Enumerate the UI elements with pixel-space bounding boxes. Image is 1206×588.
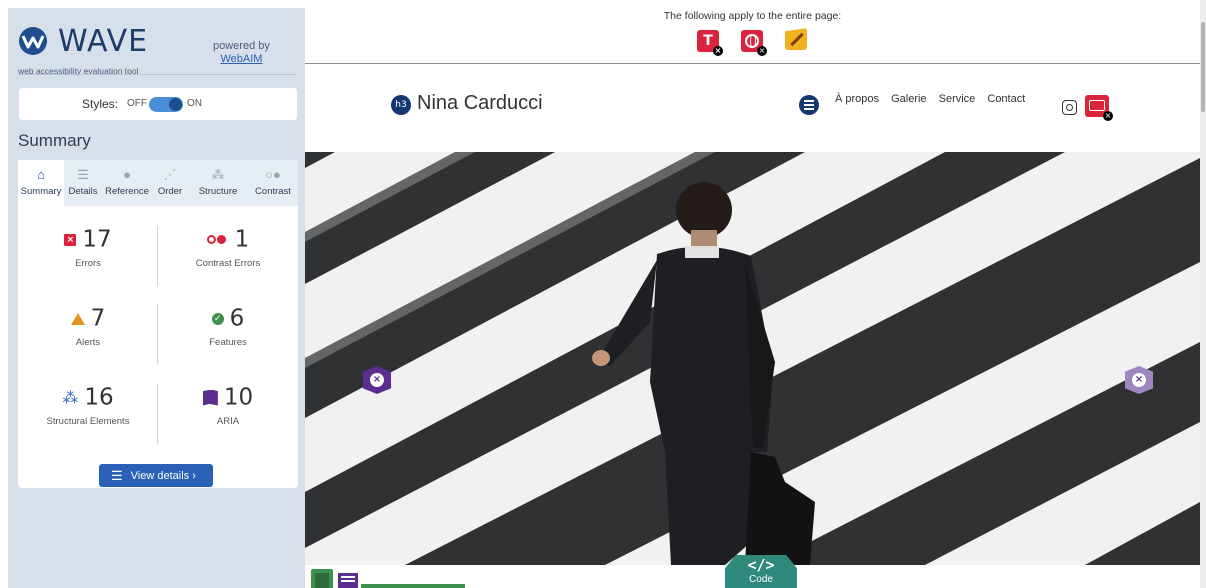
tab-label: Structure [198,186,238,197]
stat-structural[interactable]: ⁂ 16 Structural Elements [18,370,158,448]
alerts-count: 7 [90,305,106,332]
list-icon: ☰ [111,468,123,483]
page-level-icons: T × × [697,28,817,60]
brand-divider [18,74,296,75]
tab-label: Order [157,186,183,197]
language-missing-error-icon[interactable]: × [741,30,767,56]
order-icon: ⋰ [163,167,177,182]
list-structure-icon[interactable] [799,95,819,115]
code-label: Code [749,574,773,585]
tab-label: Details [68,186,98,197]
code-toggle-button[interactable]: </> Code [725,555,797,588]
styles-off-label: OFF [127,98,147,109]
view-details-button[interactable]: ☰ View details › [99,464,213,487]
app-window: WAVE web accessibility evaluation tool p… [0,0,1206,588]
errors-count: 17 [82,226,112,253]
toggle-knob [169,98,182,111]
structure-icon: ⁂ [62,388,79,407]
stat-errors[interactable]: × 17 Errors [18,212,158,290]
info-icon: ● [123,167,131,182]
site-nav: À propos Galerie Service Contact [835,93,1034,105]
linked-image-missing-alt-icon[interactable]: × [1085,95,1113,121]
nav-link-service[interactable]: Service [939,93,976,105]
tab-reference[interactable]: ● Reference [102,160,152,206]
contrast-errors-label: Contrast Errors [195,258,261,269]
wave-title: WAVE [58,24,149,59]
landmark-underline [361,584,465,588]
tab-summary[interactable]: ⌂ Summary [18,160,64,206]
nav-link-apropos[interactable]: À propos [835,93,879,105]
tab-details[interactable]: ☰ Details [64,160,102,206]
contrast-error-icon [206,234,229,245]
styles-label: Styles: [82,97,119,111]
error-icon: × [64,233,77,246]
list-icon: ☰ [77,167,89,182]
wave-brand: WAVE web accessibility evaluation tool p… [18,22,298,82]
features-label: Features [209,337,247,348]
features-count: 6 [229,305,245,332]
page-notice-text: The following apply to the entire page: [663,10,842,22]
hero-image: × × [305,152,1200,565]
aria-marker-icon[interactable]: × [1125,366,1153,394]
structural-count: 16 [84,384,114,411]
tab-structure[interactable]: ⁂ Structure [188,160,248,206]
section-title: Summary [18,131,91,150]
contrast-icon: ○● [265,167,281,182]
wave-tabs: ⌂ Summary ☰ Details ● Reference ⋰ Order … [18,160,298,206]
stat-contrast-errors[interactable]: 1 Contrast Errors [158,212,298,290]
scrollbar-thumb[interactable] [1201,22,1205,112]
home-icon: ⌂ [37,167,45,182]
page-level-notice: The following apply to the entire page: … [305,0,1200,64]
tab-order[interactable]: ⋰ Order [152,160,188,206]
page-scrollbar[interactable] [1200,0,1206,588]
aria-label: ARIA [216,416,240,427]
alerts-label: Alerts [75,337,101,348]
webaim-link[interactable]: WebAIM [213,53,270,66]
styles-toggle[interactable] [149,97,183,112]
view-details-label: View details › [130,470,196,482]
code-icon: </> [747,556,775,574]
wave-sidebar: WAVE web accessibility evaluation tool p… [8,8,305,588]
errors-label: Errors [75,258,101,269]
tab-label: Reference [105,186,149,197]
crosswalk-photo [305,152,1200,565]
redundant-alert-icon[interactable] [785,28,807,50]
site-title[interactable]: Nina Carducci [417,92,543,115]
aria-icon [202,389,218,406]
contrast-errors-count: 1 [234,226,250,253]
feature-image-icon[interactable] [311,569,333,588]
styles-on-label: ON [187,98,202,109]
summary-panel: × 17 Errors 1 Contrast Errors 7 Alerts ✓ 6 [18,206,298,488]
nav-link-galerie[interactable]: Galerie [891,93,926,105]
aria-count: 10 [223,384,254,411]
stat-alerts[interactable]: 7 Alerts [18,291,158,369]
page-preview: The following apply to the entire page: … [305,0,1206,588]
missing-title-error-icon[interactable]: T × [697,30,723,56]
tab-label: Summary [20,186,62,197]
structural-label: Structural Elements [46,416,130,427]
styles-toggle-row: Styles: OFF ON [19,88,297,120]
instagram-icon[interactable] [1062,100,1077,115]
powered-by-label: powered by [213,40,270,52]
tab-contrast[interactable]: ○● Contrast [248,160,298,206]
stat-features[interactable]: ✓ 6 Features [158,291,298,369]
aria-marker-icon[interactable]: × [363,366,391,394]
powered-by: powered by WebAIM [213,40,270,66]
alert-icon [70,312,85,325]
feature-check-icon: ✓ [211,312,224,325]
wave-logo-icon [19,27,47,55]
stat-aria[interactable]: 10 ARIA [158,370,298,448]
structure-icon: ⁂ [211,167,225,182]
site-header: h3 Nina Carducci À propos Galerie Servic… [305,65,1200,152]
heading-badge-icon[interactable]: h3 [391,95,411,115]
structure-nav-icon[interactable] [338,573,358,588]
nav-link-contact[interactable]: Contact [987,93,1025,105]
tab-label: Contrast [255,186,291,197]
